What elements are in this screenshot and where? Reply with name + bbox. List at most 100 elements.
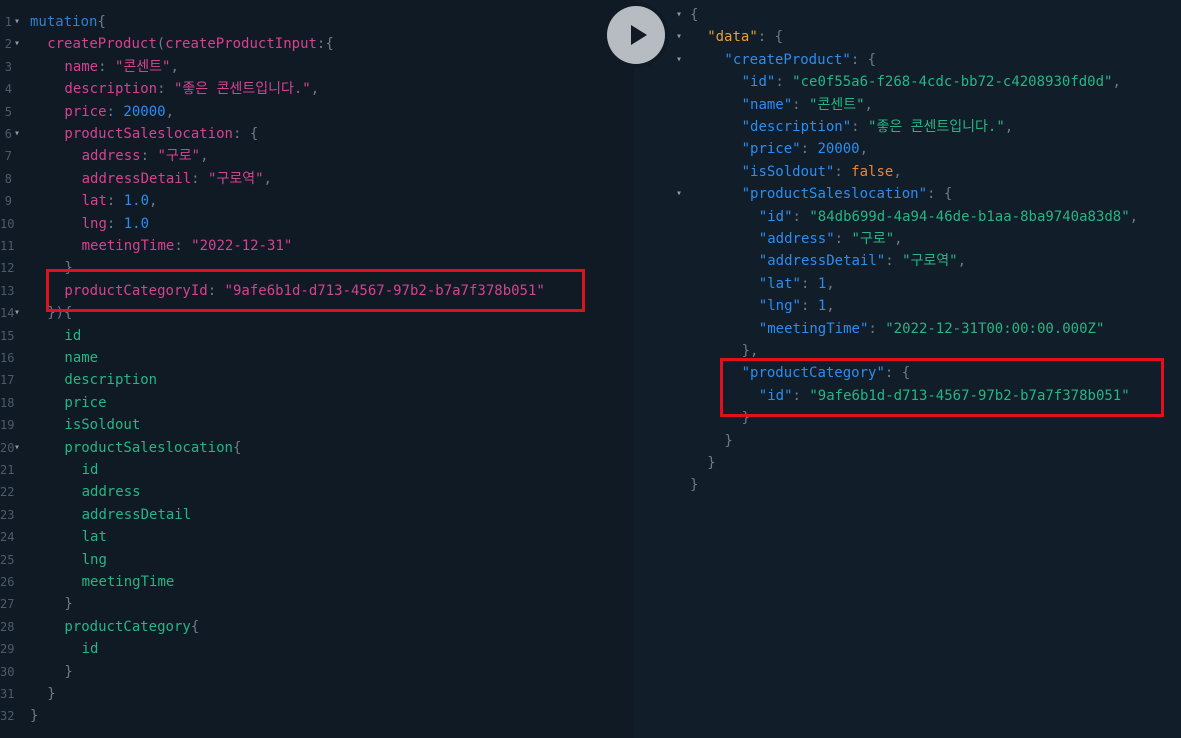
json-token: { [690,7,699,23]
editor-line[interactable]: 32} [0,705,634,727]
code-token: { [232,439,242,456]
result-line: "id": "ce0f55a6-f268-4cdc-bb72-c4208930f… [634,71,1181,93]
fold-toggle-icon[interactable]: ▾ [14,123,20,145]
result-product-category-highlight [720,358,1164,417]
editor-line[interactable]: 18 price [0,392,634,414]
editor-line[interactable]: 6 ▾ productSaleslocation: { [0,123,634,145]
line-number: 27 [0,597,15,612]
result-line: "name": "콘센트", [634,94,1181,116]
editor-line[interactable]: 16 name [0,347,634,369]
result-text: "price": 20000, [742,138,868,160]
code-text: id [82,638,99,660]
result-line: "id": "84db699d-4a94-46de-b1aa-8ba9740a8… [634,206,1181,228]
json-token: 20000 [817,141,860,158]
fold-toggle-icon[interactable]: ▾ [14,11,20,33]
code-token: productSaleslocation [64,126,233,142]
editor-line[interactable]: 31} [0,683,634,705]
json-token: "productSaleslocation" [741,186,928,203]
code-text: price [64,392,106,414]
editor-line[interactable]: 2 ▾ createProduct(createProductInput:{ [0,33,634,55]
fold-toggle-icon[interactable]: ▾ [676,49,682,71]
json-token: "addressDetail" [758,253,886,270]
fold-toggle-icon[interactable]: ▾ [676,183,682,205]
editor-line[interactable]: 15 id [0,325,634,347]
editor-line[interactable]: 3 name: "콘센트", [0,56,634,78]
json-token: 1 [817,298,827,315]
run-button-circle[interactable] [607,6,665,64]
editor-line[interactable]: 9 lat: 1.0, [0,190,634,212]
editor-line[interactable]: 7 address: "구로", [0,145,634,167]
line-number: 23 [0,507,15,522]
query-editor[interactable]: 1 ▾ mutation{2 ▾ createProduct(createProduct… [0,0,634,738]
json-token: : { [757,29,784,46]
line-number: 24 [0,530,15,545]
fold-toggle-icon[interactable]: ▾ [14,33,20,55]
json-token: "lat" [758,275,801,292]
json-token: "ce0f55a6-f268-4cdc-bb72-c4208930fd0d" [792,74,1113,91]
code-text: address: "구로", [82,145,209,167]
editor-line[interactable]: 20 ▾ productSaleslocation{ [0,437,634,459]
editor-line[interactable]: 24 lat [0,526,634,548]
editor-line[interactable]: 8 addressDetail: "구로역", [0,168,634,190]
line-number: 10 [0,216,15,231]
code-text: addressDetail [82,504,192,526]
editor-line[interactable]: 5 price: 20000, [0,101,634,123]
code-token: description [64,372,158,389]
code-token: address [81,484,141,501]
result-text: "lng": 1, [759,295,835,317]
result-text: "description": "좋은 콘센트입니다.", [742,116,1014,138]
code-token: mutation [30,14,98,30]
editor-line[interactable]: 21 id [0,459,634,481]
result-text: "id": "84db699d-4a94-46de-b1aa-8ba9740a8… [759,206,1138,228]
editor-line[interactable]: 10 lng: 1.0 [0,213,634,235]
editor-line[interactable]: 27} [0,593,634,615]
run-query-button[interactable] [603,2,669,68]
line-number: 31 [0,687,15,701]
line-number: 8 [4,171,12,186]
json-token: , [1112,74,1121,91]
json-token: "콘센트" [809,96,865,113]
fold-toggle-icon[interactable]: ▾ [676,26,682,48]
editor-line[interactable]: 4 description: "좋은 콘센트입니다.", [0,78,634,100]
code-text: lat: 1.0, [82,190,158,212]
editor-line[interactable]: 17 description [0,369,634,391]
editor-line[interactable]: 25 lng [0,549,634,571]
result-line: } [634,474,1181,496]
editor-line[interactable]: 29 id [0,638,634,660]
code-token: meetingTime [81,574,175,590]
editor-line[interactable]: 11 meetingTime: "2022-12-31" [0,235,634,257]
json-token: "lng" [758,298,801,315]
fold-toggle-icon[interactable]: ▾ [676,4,682,26]
editor-line[interactable]: 26 meetingTime [0,571,634,593]
editor-line[interactable]: 28 productCategory{ [0,616,634,638]
code-token: : [106,193,124,210]
line-number: 29 [0,642,15,657]
line-number: 25 [0,552,15,567]
editor-line[interactable]: 19 isSoldout [0,414,634,436]
line-number: 3 [4,59,12,74]
json-token: : [775,74,793,91]
editor-line[interactable]: 1 ▾ mutation{ [0,11,634,33]
editor-line[interactable]: 23 addressDetail [0,504,634,526]
json-token: , [894,231,903,247]
code-text: lng: 1.0 [82,213,149,235]
line-number: 1 [4,15,12,29]
json-token: , [893,163,902,180]
code-token: 1.0 [123,193,150,210]
line-number: 18 [0,395,15,410]
result-text: } [707,452,715,474]
code-token: , [149,193,158,210]
line-number: 19 [0,418,15,433]
code-token: name [64,350,99,366]
fold-toggle-icon[interactable]: ▾ [14,437,20,459]
code-token: ( [156,36,166,53]
code-text: name: "콘센트", [64,56,179,78]
editor-line[interactable]: 30} [0,661,634,683]
code-token: : [157,81,174,98]
fold-toggle-icon[interactable]: ▾ [14,302,20,324]
code-text: description [64,369,157,391]
editor-line[interactable]: 22 address [0,481,634,503]
code-text: productCategory{ [64,616,199,638]
code-text: id [64,325,81,347]
code-text: mutation{ [30,11,106,33]
